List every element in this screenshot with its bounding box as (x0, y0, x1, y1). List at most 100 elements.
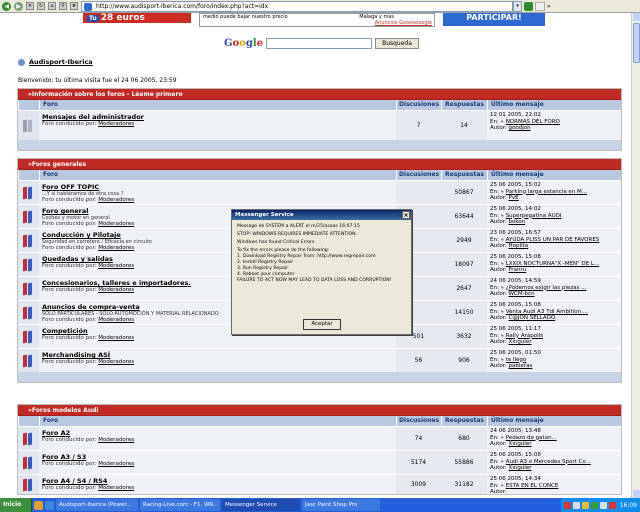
section-title[interactable]: Foros modelos Audi (18, 405, 621, 416)
last-message-topic-link[interactable]: LXXIX NOCTURNA"X -MEN" DE L... (506, 261, 600, 267)
go-icon[interactable] (524, 2, 533, 11)
taskbar-item[interactable]: Jasc Paint Shop Pro (302, 499, 380, 511)
last-message-topic-link[interactable]: Venta Audi A3 Tdí Ambition ... (506, 309, 588, 315)
back-icon[interactable]: ◀ (2, 1, 11, 11)
search-button[interactable]: Busqueda (375, 38, 419, 49)
search-input[interactable] (266, 38, 373, 49)
dialog-titlebar[interactable]: Messenger Service × (232, 210, 411, 220)
moderator-prefix: Foro conducido por: (42, 287, 97, 293)
forum-section: Información sobre los foros - Léeme prim… (17, 88, 622, 151)
search-box[interactable] (535, 2, 545, 11)
scroll-thumb[interactable] (633, 23, 640, 63)
accept-button[interactable]: Aceptar (303, 319, 341, 330)
moderators-link[interactable]: Moderadores (98, 221, 134, 227)
last-message-author-link[interactable]: Xinguler (509, 441, 532, 447)
taskbar-item[interactable]: Audisport-Iberica (Power... (56, 499, 138, 511)
col-forum: Foro (39, 170, 396, 180)
moderators-link[interactable]: Moderadores (98, 245, 134, 251)
last-message-topic-link[interactable]: Rally Arápolis (506, 333, 543, 339)
moderators-link[interactable]: Moderadores (98, 335, 134, 341)
last-message-topic-link[interactable]: te llego (506, 357, 527, 363)
discussions-count: 74 (396, 427, 441, 450)
last-message-topic-link[interactable]: NORMAS DEL FORO (506, 119, 560, 125)
moderators-link[interactable]: Moderadores (98, 121, 134, 127)
section-title[interactable]: Información sobre los foros - Léeme prim… (18, 89, 621, 100)
address-bar[interactable]: http://www.audisport-iberica.com/foro/in… (81, 1, 513, 12)
forum-row: Foro A4 / S4 / RS4 Foro conducido por: M… (18, 474, 621, 495)
forum-title-link[interactable]: Foro A4 / S4 / RS4 (42, 477, 396, 485)
col-last-message: Último mensaje (487, 416, 621, 426)
moderators-link[interactable]: Moderadores (98, 461, 134, 467)
forum-title-link[interactable]: Foro A2 (42, 429, 396, 437)
forum-title-link[interactable]: Foro A3 / S3 (42, 453, 396, 461)
last-message-author-link[interactable]: Hoplita (509, 243, 529, 249)
forum-title-link[interactable]: Mensajes del administrador (42, 113, 396, 121)
vertical-scrollbar[interactable] (631, 13, 640, 498)
moderators-link[interactable]: Moderadores (98, 359, 134, 365)
last-message-cell: 25 06 2005, 15:08 En: » Venta Audi A3 Td… (487, 301, 621, 324)
last-message-topic-link[interactable]: Pedazo de gatan... (506, 435, 557, 441)
moderators-link[interactable]: Moderadores (98, 317, 134, 323)
tray-icon[interactable] (590, 501, 598, 509)
close-icon[interactable]: × (402, 211, 410, 219)
last-message-topic-link[interactable]: Parking larga estancia en M... (506, 189, 587, 195)
last-message-author-link[interactable]: goodjon (509, 125, 531, 131)
forum-info-cell: Merchandising ASÍ Foro conducido por: Mo… (39, 349, 396, 372)
last-message-cell: 24 06 2005, 14:59 En: » ¿Podemos exigir … (487, 277, 621, 300)
moderators-link[interactable]: Moderadores (98, 197, 134, 203)
scroll-down-icon[interactable] (633, 490, 640, 498)
scroll-up-icon[interactable] (633, 13, 640, 21)
google-logo: Google (224, 38, 264, 49)
forward-icon[interactable]: ▶ (14, 1, 23, 11)
last-message-topic-link[interactable]: AYUDA PLISS UN PAR DE FAVORES (506, 237, 600, 243)
forum-status-icon (23, 456, 34, 469)
start-button[interactable]: Inicio (0, 498, 32, 512)
ad-banner-right[interactable]: PARTICIPAR! (443, 13, 545, 26)
last-message-author-link[interactable]: bokon (509, 219, 526, 225)
refresh-icon[interactable]: ↻ (37, 2, 45, 10)
moderators-link[interactable]: Moderadores (98, 263, 134, 269)
section-title[interactable]: Foros generales (18, 159, 621, 170)
last-message-topic-link[interactable]: ¿Podemos exigir las piezas ... (506, 285, 587, 291)
home-icon[interactable]: ⌂ (48, 2, 56, 10)
col-icon (18, 416, 39, 426)
tray-icon[interactable] (608, 501, 616, 509)
tray-icon[interactable] (599, 501, 607, 509)
ad-link[interactable]: Anuncios Gooooooogle (203, 20, 434, 26)
favorites-icon[interactable]: ★ (70, 2, 78, 10)
forum-title-link[interactable]: Foro OFF TOPIC (42, 183, 396, 191)
last-message-author-link[interactable]: Franru (509, 267, 527, 273)
forum-status-icon (23, 354, 34, 367)
address-dropdown-button[interactable]: ▾ (513, 1, 522, 12)
last-message-author-link[interactable]: Xinguler (509, 465, 532, 471)
taskbar-item[interactable]: Racing-Live.com - F1, WR... (140, 499, 220, 511)
quicklaunch-icon[interactable] (34, 500, 43, 510)
stop-icon[interactable]: ✕ (26, 2, 34, 10)
tray-icon[interactable] (581, 501, 589, 509)
last-message-topic-link[interactable]: ESTA EN EL CONCE (506, 483, 559, 489)
moderators-link[interactable]: Moderadores (98, 437, 134, 443)
last-message-cell: 24 06 2005, 13:48 En: » Pedazo de gatan.… (487, 427, 621, 450)
moderators-link[interactable]: Moderadores (98, 485, 134, 491)
ad-banner-left[interactable]: Tu 28 euros (83, 13, 191, 23)
forum-title-link[interactable]: Merchandising ASÍ (42, 351, 396, 359)
ad-banner-middle[interactable]: medio puede bajar nuestro precio Malaga y… (199, 13, 435, 27)
last-message-by-prefix: Autor: (490, 339, 507, 345)
last-message-author-link[interactable]: C@JON SELLADO (509, 315, 556, 321)
search-icon[interactable]: ⚲ (59, 2, 67, 10)
site-name-link[interactable]: Audisport-Iberica (29, 58, 93, 66)
last-message-topic-link[interactable]: Superpegatina AUDI (506, 213, 562, 219)
moderator-prefix: Foro conducido por: (42, 335, 97, 341)
last-message-topic-link[interactable]: Audi A3 o Mercedes Sport Co... (506, 459, 591, 465)
links-chevron[interactable]: » (547, 3, 551, 10)
quicklaunch-icon[interactable] (45, 500, 54, 510)
moderators-link[interactable]: Moderadores (98, 287, 134, 293)
taskbar-item[interactable]: Messenger Service (222, 499, 300, 511)
forum-status-cell (18, 205, 39, 228)
last-message-author-link[interactable]: Xinguler (509, 339, 532, 345)
last-message-author-link[interactable]: WCM-bcn (509, 291, 535, 297)
last-message-author-link[interactable]: pableras (509, 363, 533, 369)
last-message-author-link[interactable]: PvE (509, 195, 519, 201)
tray-icon[interactable] (563, 501, 571, 509)
tray-icon[interactable] (572, 501, 580, 509)
